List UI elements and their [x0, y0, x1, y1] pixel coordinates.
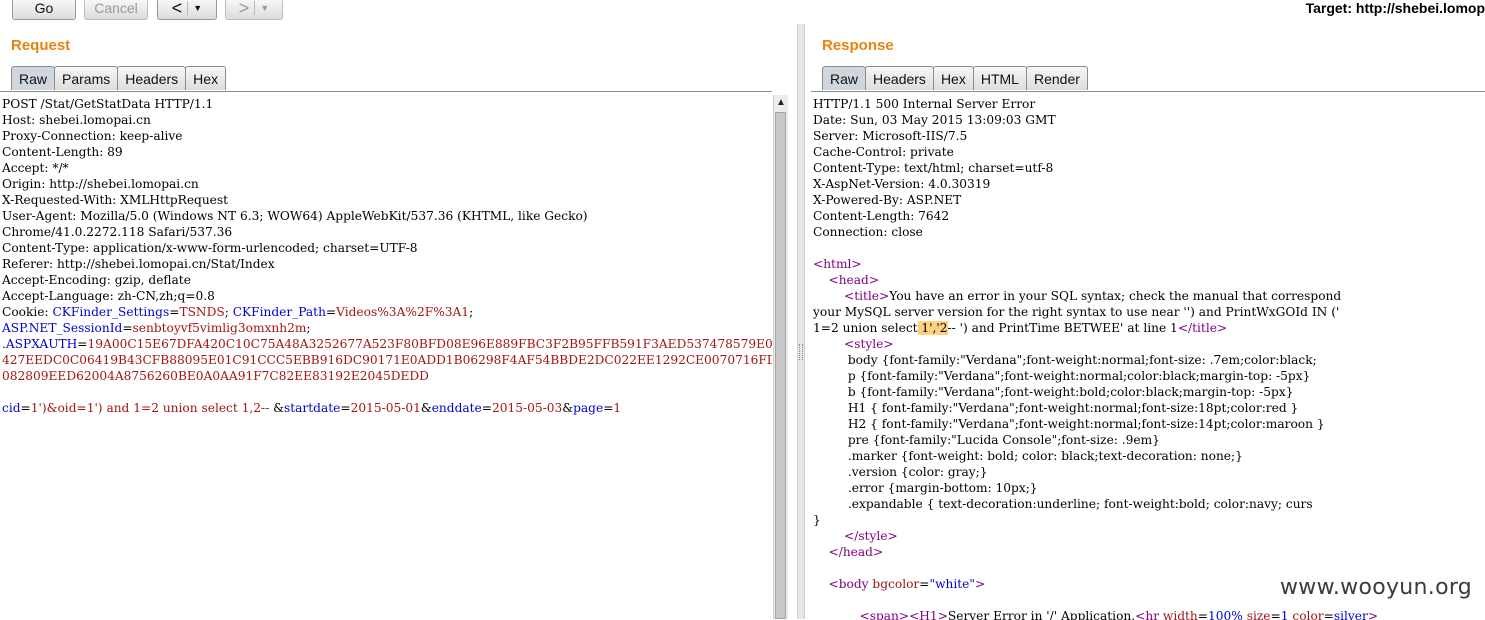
request-title: Request [11, 37, 71, 54]
cancel-button[interactable]: Cancel [84, 0, 148, 20]
pane-splitter[interactable] [797, 24, 805, 619]
response-tabs: Raw Headers Hex HTML Render [822, 66, 1088, 91]
forward-button[interactable]: > ▼ [225, 0, 283, 20]
tab-params[interactable]: Params [54, 66, 119, 90]
request-tabs: Raw Params Headers Hex [11, 66, 227, 91]
response-pane: Response Raw Headers Hex HTML Render HTT… [811, 24, 1485, 620]
request-pane: Request Raw Params Headers Hex POST /Sta… [0, 24, 790, 619]
scroll-thumb[interactable] [775, 112, 786, 619]
splitter-grip-icon[interactable] [799, 344, 803, 360]
back-arrow-icon: < [171, 0, 183, 18]
tab-headers[interactable]: Headers [865, 66, 934, 90]
forward-arrow-icon: > [238, 0, 250, 18]
watermark: www.wooyun.org [1280, 575, 1473, 600]
tab-raw[interactable]: Raw [11, 66, 56, 90]
tab-raw[interactable]: Raw [822, 66, 867, 90]
back-button[interactable]: < ▼ [157, 0, 217, 20]
response-raw-text: HTTP/1.1 500 Internal Server Error Date:… [813, 97, 1379, 620]
scroll-up-icon[interactable]: ▲ [774, 95, 788, 111]
request-editor[interactable]: POST /Stat/GetStatData HTTP/1.1 Host: sh… [0, 91, 772, 620]
request-scrollbar[interactable]: ▲ [773, 95, 788, 619]
cancel-label: Cancel [94, 0, 138, 16]
response-editor[interactable]: HTTP/1.1 500 Internal Server Error Date:… [811, 91, 1485, 620]
target-label: Target: http://shebei.lomop [1305, 0, 1485, 16]
go-label: Go [34, 0, 54, 16]
response-title: Response [822, 37, 894, 54]
toolbar: Go Cancel < ▼ > ▼ Target: http://shebei.lo… [0, 0, 1485, 24]
tab-headers[interactable]: Headers [117, 66, 187, 90]
request-raw-text: POST /Stat/GetStatData HTTP/1.1 Host: sh… [2, 97, 772, 415]
go-button[interactable]: Go [12, 0, 76, 20]
chevron-down-icon[interactable]: ▼ [193, 3, 202, 13]
tab-hex[interactable]: Hex [932, 66, 974, 90]
chevron-down-icon[interactable]: ▼ [260, 3, 269, 13]
tab-render[interactable]: Render [1025, 66, 1088, 90]
tab-hex[interactable]: Hex [185, 66, 227, 90]
tab-html[interactable]: HTML [972, 66, 1027, 90]
